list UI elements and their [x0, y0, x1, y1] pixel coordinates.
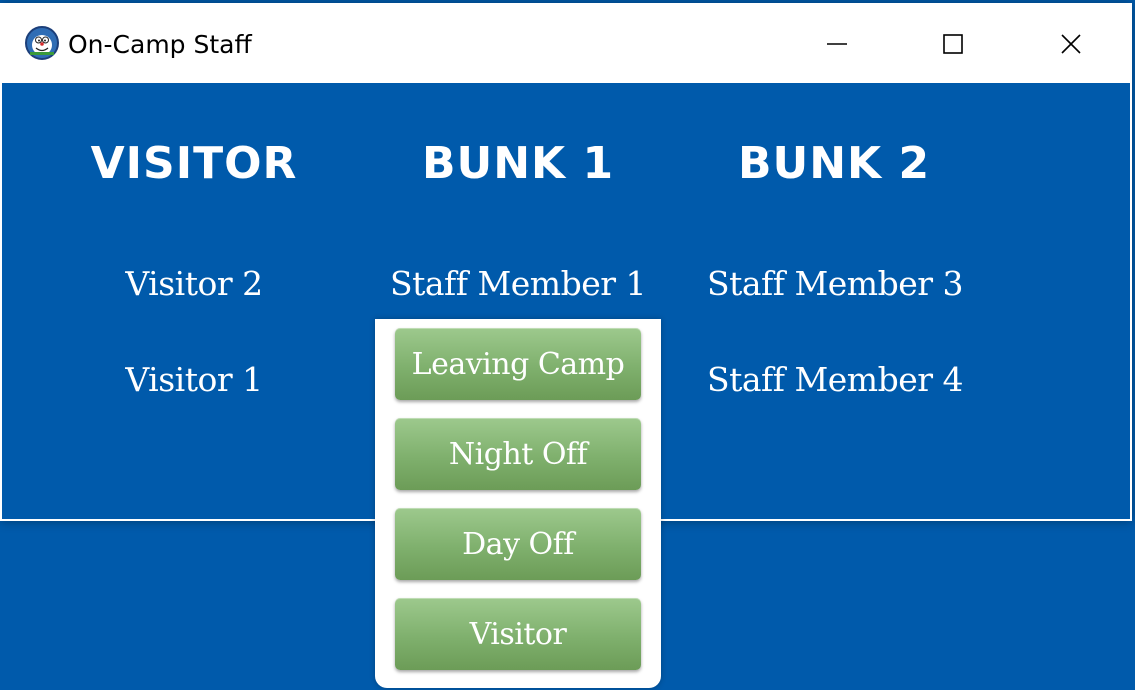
window-title: On-Camp Staff [68, 30, 252, 59]
column-header-visitor: VISITOR [90, 138, 298, 189]
staff-item-visitor-1[interactable]: Visitor 1 [34, 358, 354, 402]
title-bar[interactable]: On-Camp Staff [2, 5, 1130, 83]
staff-item-staff-member-1[interactable]: Staff Member 1 [358, 262, 678, 306]
day-off-button[interactable]: Day Off [395, 508, 641, 580]
app-icon [25, 26, 59, 60]
visitor-button[interactable]: Visitor [395, 598, 641, 670]
maximize-icon [943, 34, 963, 54]
column-header-bunk-1: BUNK 1 [421, 138, 615, 189]
minimize-button[interactable] [782, 5, 892, 83]
context-menu: Leaving Camp Night Off Day Off Visitor [375, 319, 661, 688]
night-off-button[interactable]: Night Off [395, 418, 641, 490]
close-icon [1061, 34, 1081, 54]
minimize-icon [827, 43, 847, 45]
desktop-background: On-Camp Staff VISITOR BUNK 1 BUNK 2 Visi… [0, 0, 1135, 690]
staff-item-staff-member-3[interactable]: Staff Member 3 [675, 262, 995, 306]
staff-item-staff-member-4[interactable]: Staff Member 4 [675, 358, 995, 402]
staff-item-visitor-2[interactable]: Visitor 2 [34, 262, 354, 306]
column-header-bunk-2: BUNK 2 [737, 138, 931, 189]
maximize-button[interactable] [898, 5, 1008, 83]
close-button[interactable] [1016, 5, 1126, 83]
leaving-camp-button[interactable]: Leaving Camp [395, 328, 641, 400]
